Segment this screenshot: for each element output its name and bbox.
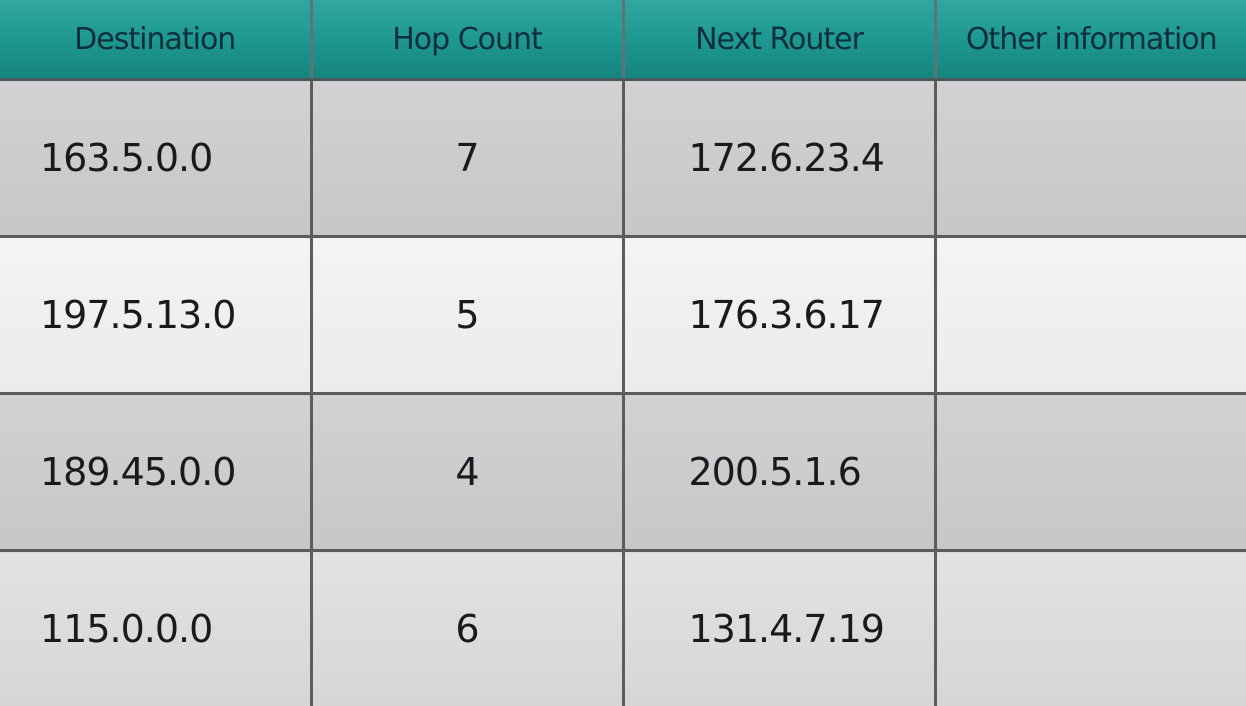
cell-other-information [933,549,1246,706]
cell-hop-count: 4 [309,392,625,552]
table-row: 115.0.0.0 6 131.4.7.19 [0,549,1246,706]
header-hop-count: Hop Count [309,0,625,81]
header-destination: Destination [0,0,313,81]
table-body: 163.5.0.0 7 172.6.23.4 197.5.13.0 5 176.… [0,78,1246,706]
cell-next-router: 200.5.1.6 [621,392,937,552]
table-row: 163.5.0.0 7 172.6.23.4 [0,78,1246,238]
cell-destination: 189.45.0.0 [0,392,313,552]
cell-next-router: 172.6.23.4 [621,78,937,238]
header-other-information: Other information [933,0,1246,81]
cell-hop-count: 7 [309,78,625,238]
cell-next-router: 131.4.7.19 [621,549,937,706]
cell-other-information [933,235,1246,395]
cell-hop-count: 6 [309,549,625,706]
header-next-router: Next Router [621,0,937,81]
table-header: Destination Hop Count Next Router Other … [0,0,1246,81]
cell-next-router: 176.3.6.17 [621,235,937,395]
table-row: 197.5.13.0 5 176.3.6.17 [0,235,1246,395]
cell-destination: 163.5.0.0 [0,78,313,238]
cell-other-information [933,78,1246,238]
cell-hop-count: 5 [309,235,625,395]
cell-destination: 197.5.13.0 [0,235,313,395]
cell-other-information [933,392,1246,552]
table-row: 189.45.0.0 4 200.5.1.6 [0,392,1246,552]
cell-destination: 115.0.0.0 [0,549,313,706]
header-row: Destination Hop Count Next Router Other … [0,0,1246,81]
routing-table: Destination Hop Count Next Router Other … [0,0,1246,706]
